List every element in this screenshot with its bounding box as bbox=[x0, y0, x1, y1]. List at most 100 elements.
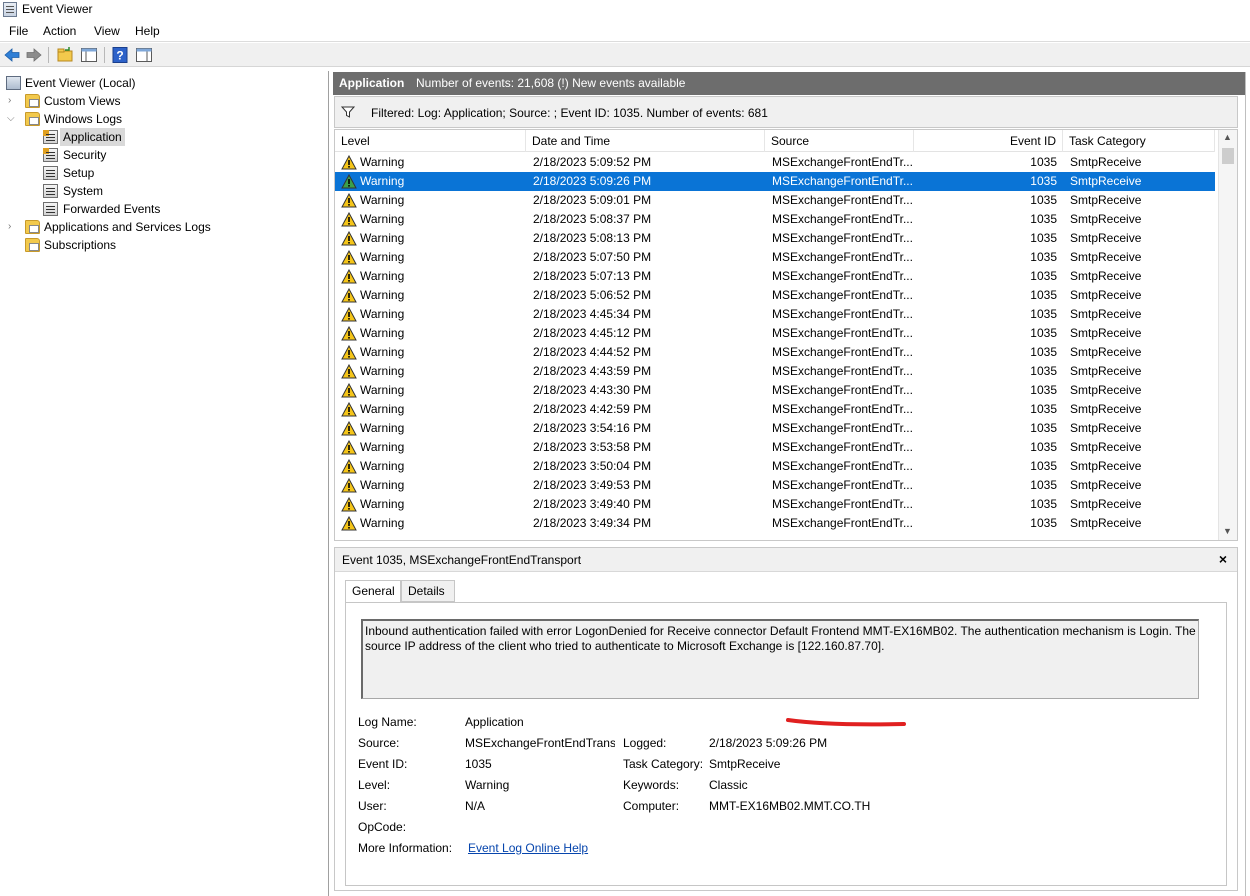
row-task-category: SmtpReceive bbox=[1070, 269, 1142, 283]
help-icon[interactable]: ? bbox=[111, 46, 129, 64]
computer-label: Computer: bbox=[623, 799, 680, 813]
tree-log-application[interactable]: Application bbox=[4, 128, 304, 146]
row-event-id: 1035 bbox=[1030, 174, 1057, 188]
menu-help[interactable]: Help bbox=[135, 24, 160, 38]
row-source: MSExchangeFrontEndTr... bbox=[772, 212, 912, 226]
tree-root[interactable]: Event Viewer (Local) bbox=[4, 74, 304, 92]
table-row[interactable]: Warning 2/18/2023 3:54:16 PM MSExchangeFro… bbox=[335, 419, 1215, 438]
warning-icon bbox=[341, 421, 357, 436]
warning-icon bbox=[341, 478, 357, 493]
warning-icon bbox=[341, 364, 357, 379]
table-row[interactable]: Warning 2/18/2023 3:50:04 PM MSExchangeFro… bbox=[335, 457, 1215, 476]
row-datetime: 2/18/2023 5:09:26 PM bbox=[533, 174, 652, 188]
back-arrow-icon[interactable] bbox=[3, 46, 21, 64]
table-row[interactable]: Warning 2/18/2023 5:09:52 PM MSExchangeFro… bbox=[335, 153, 1215, 172]
table-row[interactable]: Warning 2/18/2023 3:49:34 PM MSExchangeFro… bbox=[335, 514, 1215, 533]
row-level: Warning bbox=[360, 212, 405, 226]
tab-details[interactable]: Details bbox=[401, 580, 455, 602]
row-task-category: SmtpReceive bbox=[1070, 364, 1142, 378]
event-detail-header: Event 1035, MSExchangeFrontEndTransport … bbox=[335, 548, 1237, 572]
scroll-down-arrow-icon[interactable]: ▼ bbox=[1223, 526, 1232, 536]
expand-chevron-icon[interactable]: › bbox=[8, 218, 18, 236]
column-header-event-id[interactable]: Event ID bbox=[914, 130, 1063, 152]
event-message[interactable]: Inbound authentication failed with error… bbox=[361, 619, 1199, 699]
tab-general[interactable]: General bbox=[345, 580, 401, 603]
row-level: Warning bbox=[360, 155, 405, 169]
close-icon[interactable]: × bbox=[1219, 551, 1227, 567]
table-row[interactable]: Warning 2/18/2023 3:49:40 PM MSExchangeFro… bbox=[335, 495, 1215, 514]
tree-windows-logs[interactable]: ⌵ Windows Logs bbox=[4, 110, 304, 128]
warning-icon bbox=[341, 212, 357, 227]
row-source: MSExchangeFrontEndTr... bbox=[772, 459, 912, 473]
menu-file[interactable]: File bbox=[9, 24, 28, 38]
warning-icon bbox=[341, 155, 357, 170]
row-task-category: SmtpReceive bbox=[1070, 231, 1142, 245]
tree-log-security[interactable]: Security bbox=[4, 146, 304, 164]
open-folder-icon[interactable] bbox=[56, 46, 74, 64]
row-task-category: SmtpReceive bbox=[1070, 440, 1142, 454]
row-level: Warning bbox=[360, 345, 405, 359]
computer-icon bbox=[6, 76, 21, 90]
table-row[interactable]: Warning 2/18/2023 4:45:12 PM MSExchangeFro… bbox=[335, 324, 1215, 343]
tree-subscriptions-label: Subscriptions bbox=[44, 238, 117, 252]
log-icon bbox=[43, 184, 58, 198]
event-list-header: Level Date and Time Source Event ID Task… bbox=[335, 130, 1215, 152]
table-row[interactable]: Warning 2/18/2023 4:42:59 PM MSExchangeFro… bbox=[335, 400, 1215, 419]
table-row[interactable]: Warning 2/18/2023 5:09:01 PM MSExchangeFro… bbox=[335, 191, 1215, 210]
table-row[interactable]: Warning 2/18/2023 4:45:34 PM MSExchangeFro… bbox=[335, 305, 1215, 324]
table-row[interactable]: Warning 2/18/2023 4:44:52 PM MSExchangeFro… bbox=[335, 343, 1215, 362]
table-row[interactable]: Warning 2/18/2023 5:09:26 PM MSExchangeFro… bbox=[335, 172, 1215, 191]
logged-label: Logged: bbox=[623, 736, 667, 750]
table-row[interactable]: Warning 2/18/2023 5:07:50 PM MSExchangeFro… bbox=[335, 248, 1215, 267]
table-row[interactable]: Warning 2/18/2023 5:08:37 PM MSExchangeFro… bbox=[335, 210, 1215, 229]
subscriptions-icon bbox=[25, 238, 40, 252]
warning-icon bbox=[341, 497, 357, 512]
scrollbar-thumb[interactable] bbox=[1222, 148, 1234, 164]
menu-action[interactable]: Action bbox=[43, 24, 76, 38]
row-source: MSExchangeFrontEndTr... bbox=[772, 193, 912, 207]
menu-view[interactable]: View bbox=[94, 24, 120, 38]
row-datetime: 2/18/2023 5:08:37 PM bbox=[533, 212, 652, 226]
table-row[interactable]: Warning 2/18/2023 3:49:53 PM MSExchangeFro… bbox=[335, 476, 1215, 495]
table-row[interactable]: Warning 2/18/2023 5:07:13 PM MSExchangeFro… bbox=[335, 267, 1215, 286]
tree-custom-views[interactable]: › Custom Views bbox=[4, 92, 304, 110]
row-source: MSExchangeFrontEndTr... bbox=[772, 269, 912, 283]
tree-apps-services-logs[interactable]: › Applications and Services Logs bbox=[4, 218, 304, 236]
forward-arrow-icon[interactable] bbox=[25, 46, 43, 64]
row-source: MSExchangeFrontEndTr... bbox=[772, 326, 912, 340]
table-row[interactable]: Warning 2/18/2023 4:43:59 PM MSExchangeFro… bbox=[335, 362, 1215, 381]
show-hide-tree-icon[interactable] bbox=[80, 46, 98, 64]
collapse-chevron-icon[interactable]: ⌵ bbox=[7, 110, 17, 128]
event-detail-title: Event 1035, MSExchangeFrontEndTransport bbox=[342, 553, 582, 567]
expand-chevron-icon[interactable]: › bbox=[8, 92, 18, 110]
tree-log-forwarded-events[interactable]: Forwarded Events bbox=[4, 200, 304, 218]
show-hide-action-pane-icon[interactable] bbox=[135, 46, 153, 64]
event-log-online-help-link[interactable]: Event Log Online Help bbox=[468, 841, 588, 855]
row-event-id: 1035 bbox=[1030, 250, 1057, 264]
row-level: Warning bbox=[360, 440, 405, 454]
tree-log-setup[interactable]: Setup bbox=[4, 164, 304, 182]
red-underline-annotation bbox=[786, 718, 906, 727]
tree-log-system[interactable]: System bbox=[4, 182, 304, 200]
column-header-level[interactable]: Level bbox=[335, 130, 526, 152]
log-icon bbox=[43, 130, 58, 144]
table-row[interactable]: Warning 2/18/2023 5:06:52 PM MSExchangeFro… bbox=[335, 286, 1215, 305]
row-event-id: 1035 bbox=[1030, 155, 1057, 169]
row-datetime: 2/18/2023 5:07:13 PM bbox=[533, 269, 652, 283]
log-header: Application Number of events: 21,608 (!)… bbox=[333, 72, 1245, 95]
column-header-date-time[interactable]: Date and Time bbox=[526, 130, 765, 152]
row-level: Warning bbox=[360, 421, 405, 435]
table-row[interactable]: Warning 2/18/2023 4:43:30 PM MSExchangeFro… bbox=[335, 381, 1215, 400]
pane-divider bbox=[1245, 72, 1246, 896]
event-list-scrollbar[interactable]: ▲ ▼ bbox=[1218, 130, 1237, 540]
row-task-category: SmtpReceive bbox=[1070, 174, 1142, 188]
scroll-up-arrow-icon[interactable]: ▲ bbox=[1223, 132, 1232, 142]
column-header-task-category[interactable]: Task Category bbox=[1063, 130, 1215, 152]
table-row[interactable]: Warning 2/18/2023 5:08:13 PM MSExchangeFro… bbox=[335, 229, 1215, 248]
column-header-source[interactable]: Source bbox=[765, 130, 914, 152]
logged-value: 2/18/2023 5:09:26 PM bbox=[709, 736, 828, 750]
table-row[interactable]: Warning 2/18/2023 3:53:58 PM MSExchangeFro… bbox=[335, 438, 1215, 457]
toolbar-separator bbox=[104, 47, 105, 63]
tree-subscriptions[interactable]: Subscriptions bbox=[4, 236, 304, 254]
row-source: MSExchangeFrontEndTr... bbox=[772, 231, 912, 245]
